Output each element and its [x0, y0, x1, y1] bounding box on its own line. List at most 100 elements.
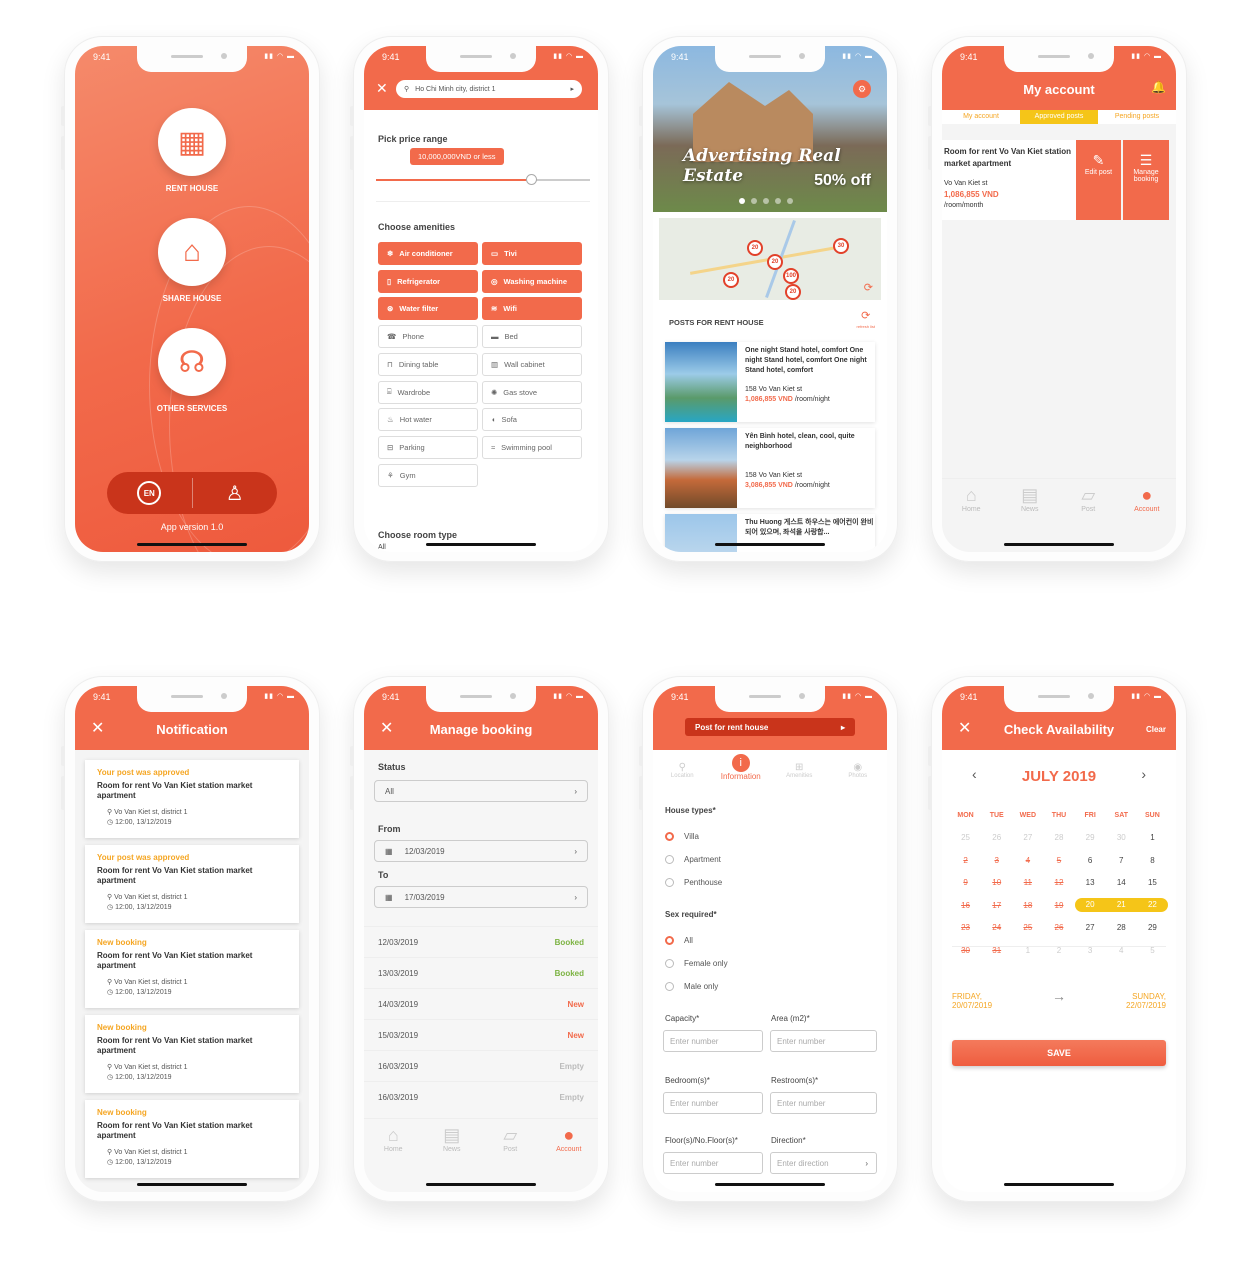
calendar-day[interactable]: 7 [1106, 856, 1137, 865]
refresh-list-button[interactable]: ⟳ refresh list [857, 311, 875, 330]
amenity-hot-water[interactable]: ♨ Hot water [378, 408, 478, 432]
amenity-bed[interactable]: ▬ Bed [482, 325, 582, 349]
map-pin[interactable]: 20 [767, 254, 783, 270]
calendar-day[interactable]: 2 [1043, 946, 1074, 955]
nav-news[interactable]: ▤ News [423, 1119, 482, 1162]
amenity-phone[interactable]: ☎ Phone [378, 325, 478, 349]
amenity-wall-cabinet[interactable]: ▥ Wall cabinet [482, 352, 582, 376]
calendar-day[interactable]: 14 [1106, 878, 1137, 887]
direction-select[interactable]: Enter direction › [770, 1152, 877, 1174]
amenity-wifi[interactable]: ≋ Wifi [482, 297, 582, 321]
calendar-day[interactable]: 22 [1136, 898, 1168, 913]
calendar-day[interactable]: 5 [1137, 946, 1168, 955]
calendar-day[interactable]: 19 [1043, 901, 1074, 910]
calendar-day[interactable]: 4 [1012, 856, 1043, 865]
calendar-day[interactable]: 21 [1105, 898, 1137, 913]
radio-apartment[interactable]: Apartment [665, 855, 721, 864]
calendar-day[interactable]: 6 [1075, 856, 1106, 865]
notification-card[interactable]: New booking Room for rent Vo Van Kiet sta… [85, 1100, 299, 1178]
save-button[interactable]: SAVE [952, 1040, 1166, 1066]
bell-icon[interactable]: 🔔 [1151, 80, 1166, 94]
other-services-button[interactable]: ☊ [158, 328, 226, 396]
profile-button[interactable]: ♙ [193, 472, 278, 514]
map-view[interactable]: ⟳ 20 20 20 30 100 20 [659, 218, 881, 300]
calendar-day[interactable]: 29 [1075, 833, 1106, 842]
booking-row[interactable]: 12/03/2019 Booked [364, 926, 598, 957]
calendar-day[interactable]: 16 [950, 901, 981, 910]
post-type-select[interactable]: Post for rent house ▸ [685, 718, 855, 736]
amenity-swimming-pool[interactable]: ≈ Swimming pool [482, 435, 582, 459]
amenity-dining-table[interactable]: ⊓ Dining table [378, 352, 478, 376]
calendar-day[interactable]: 2 [950, 856, 981, 865]
calendar-day[interactable]: 29 [1137, 923, 1168, 932]
calendar-day[interactable]: 27 [1012, 833, 1043, 842]
amenity-tivi[interactable]: ▭ Tivi [482, 242, 582, 265]
nav-news[interactable]: ▤ News [1001, 479, 1060, 522]
nav-account[interactable]: ● Account [540, 1119, 599, 1162]
carousel-dots[interactable] [739, 198, 793, 204]
calendar-day[interactable]: 9 [950, 878, 981, 887]
calendar-day[interactable]: 24 [981, 923, 1012, 932]
rent-house-button[interactable]: ▦ [158, 108, 226, 176]
calendar-day[interactable]: 23 [950, 923, 981, 932]
calendar-day[interactable]: 3 [981, 856, 1012, 865]
next-month-icon[interactable]: › [1141, 766, 1146, 782]
booking-row[interactable]: 14/03/2019 New [364, 988, 598, 1019]
calendar-day[interactable]: 18 [1012, 901, 1043, 910]
calendar-day[interactable]: 1 [1012, 946, 1043, 955]
location-search[interactable]: ⚲ Ho Chi Minh city, district 1 ▸ [396, 80, 582, 98]
restroom-input[interactable]: Enter number [770, 1092, 877, 1114]
calendar-day[interactable]: 1 [1137, 833, 1168, 842]
calendar-day[interactable]: 8 [1137, 856, 1168, 865]
amenity-sofa[interactable]: ◖ Sofa [482, 408, 582, 432]
calendar-day[interactable]: 27 [1075, 923, 1106, 932]
calendar-day[interactable]: 28 [1106, 923, 1137, 932]
radio-villa[interactable]: Villa [665, 832, 699, 841]
price-slider-thumb[interactable] [526, 174, 537, 185]
share-house-button[interactable]: ⌂ [158, 218, 226, 286]
radio-penthouse[interactable]: Penthouse [665, 878, 722, 887]
room-type-all[interactable]: All [378, 544, 386, 551]
step-information[interactable]: i Information [712, 754, 771, 781]
post-card[interactable]: One night Stand hotel, comfort One night… [665, 342, 875, 422]
tab-pending-posts[interactable]: Pending posts [1098, 110, 1176, 124]
calendar-day[interactable]: 5 [1043, 856, 1074, 865]
calendar-day[interactable]: 30 [1106, 833, 1137, 842]
nav-home[interactable]: ⌂ Home [942, 479, 1001, 522]
floor-input[interactable]: Enter number [663, 1152, 763, 1174]
radio-female[interactable]: Female only [665, 959, 728, 968]
close-icon[interactable]: ✕ [376, 80, 388, 97]
area-input[interactable]: Enter number [770, 1030, 877, 1052]
radio-male[interactable]: Male only [665, 982, 718, 991]
manage-booking-button[interactable]: ☰ Manage booking [1123, 140, 1169, 220]
calendar-day[interactable]: 25 [1012, 923, 1043, 932]
step-location[interactable]: ⚲ Location [653, 754, 712, 781]
calendar-day[interactable]: 26 [1043, 923, 1074, 932]
calendar-day[interactable]: 3 [1075, 946, 1106, 955]
map-pin[interactable]: 20 [747, 240, 763, 256]
calendar-day[interactable]: 20 [1074, 898, 1106, 913]
notification-card[interactable]: New booking Room for rent Vo Van Kiet sta… [85, 930, 299, 1008]
map-pin[interactable]: 30 [833, 238, 849, 254]
edit-post-button[interactable]: ✎ Edit post [1076, 140, 1121, 220]
calendar-day[interactable]: 15 [1137, 878, 1168, 887]
calendar-day[interactable]: 13 [1075, 878, 1106, 887]
calendar-day[interactable]: 25 [950, 833, 981, 842]
nav-account[interactable]: ● Account [1118, 479, 1177, 522]
calendar-day[interactable]: 4 [1106, 946, 1137, 955]
amenity-air-conditioner[interactable]: ❄ Air conditioner [378, 242, 478, 265]
notification-card[interactable]: New booking Room for rent Vo Van Kiet sta… [85, 1015, 299, 1093]
amenity-wardrobe[interactable]: ⌸ Wardrobe [378, 380, 478, 404]
nav-post[interactable]: ▱ Post [481, 1119, 540, 1162]
account-post-card[interactable]: Room for rent Vo Van Kiet station market… [942, 140, 1076, 220]
bedroom-input[interactable]: Enter number [663, 1092, 763, 1114]
language-button[interactable]: EN [107, 472, 192, 514]
amenity-gas-stove[interactable]: ✺ Gas stove [482, 380, 582, 404]
clear-button[interactable]: Clear [1146, 725, 1166, 734]
from-date-field[interactable]: ▦ 12/03/2019 › [374, 840, 588, 862]
amenity-refrigerator[interactable]: ▯ Refrigerator [378, 269, 478, 293]
calendar-day[interactable]: 17 [981, 901, 1012, 910]
radio-all[interactable]: All [665, 936, 693, 945]
booking-row[interactable]: 13/03/2019 Booked [364, 957, 598, 988]
to-date-field[interactable]: ▦ 17/03/2019 › [374, 886, 588, 908]
